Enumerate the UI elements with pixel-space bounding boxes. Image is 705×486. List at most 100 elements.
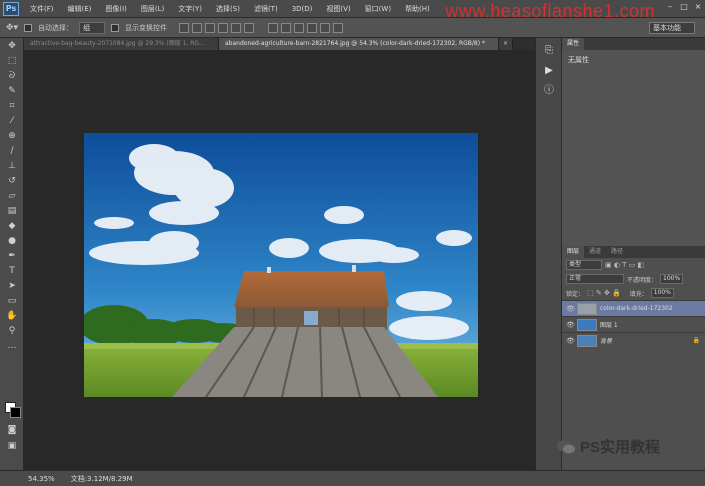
auto-select-label: 自动选择： [38,23,74,32]
layer-row[interactable]: 👁 color-dark-dried-172302 [562,300,705,316]
show-transform-checkbox[interactable] [111,23,120,32]
move-tool-icon[interactable]: ✥▾ [6,23,18,33]
filter-icons[interactable]: ▣ ◐ T ▭ ◧ [605,261,644,269]
menu-select[interactable]: 选择(S) [209,0,247,18]
tab-properties[interactable]: 属性 [562,38,585,50]
fill-label: 填充： [629,290,648,298]
zoom-icon[interactable]: ⚲ [3,324,21,338]
kind-filter-dropdown[interactable]: 类型 [566,260,602,270]
marquee-icon[interactable]: ⬚ [3,54,21,68]
actions-play-icon[interactable]: ▶ [541,64,557,78]
visibility-eye-icon[interactable]: 👁 [566,321,575,329]
menu-view[interactable]: 视图(V) [319,0,357,18]
maximize-icon[interactable]: □ [679,2,689,12]
lock-row: 锁定： ⬚ ✎ ✥ 🔒 填充： 100% [562,286,705,300]
window-controls: – □ × [665,2,703,12]
tab-paths[interactable]: 路径 [606,246,628,258]
distribute-hcenter-icon[interactable] [320,22,331,33]
right-panels: 属性 无属性 图层 通道 路径 类型 ▣ ◐ T ▭ ◧ 正常 不透明度： 10… [561,38,705,470]
align-bottom-icon[interactable] [205,22,216,33]
brand-text: PS实用教程 [580,439,661,456]
fill-input[interactable]: 100% [650,288,674,298]
pen-icon[interactable]: ✒ [3,249,21,263]
brand-watermark: PS实用教程 [556,436,660,457]
lasso-icon[interactable]: ᘐ [3,69,21,83]
menu-image[interactable]: 图像(I) [98,0,134,18]
menu-3d[interactable]: 3D(D) [285,0,320,18]
distribute-right-icon[interactable] [333,22,344,33]
menu-edit[interactable]: 编辑(E) [61,0,99,18]
dodge-icon[interactable]: ● [3,234,21,248]
menu-file[interactable]: 文件(F) [23,0,61,18]
opacity-input[interactable]: 100% [660,274,684,284]
path-select-icon[interactable]: ➤ [3,279,21,293]
history-icon[interactable]: ⎘ [541,44,557,58]
document-image[interactable] [84,133,478,397]
visibility-eye-icon[interactable]: 👁 [566,305,575,313]
more-tools-icon[interactable]: … [3,339,21,353]
stamp-icon[interactable]: ⊥ [3,159,21,173]
layer-row[interactable]: 👁 背景 🔒 [562,332,705,348]
distribute-bottom-icon[interactable] [294,22,305,33]
quick-mask-icon[interactable]: ◙ [3,423,21,437]
photoshop-logo: Ps [3,1,19,16]
quick-select-icon[interactable]: ✎ [3,84,21,98]
workspace-dropdown[interactable]: 基本功能 [649,22,695,34]
history-brush-icon[interactable]: ↺ [3,174,21,188]
crop-icon[interactable]: ⌗ [3,99,21,113]
gradient-icon[interactable]: ▤ [3,204,21,218]
healing-icon[interactable]: ⊕ [3,129,21,143]
close-icon[interactable]: × [693,2,703,12]
menu-type[interactable]: 文字(Y) [171,0,209,18]
menu-layer[interactable]: 图层(L) [134,0,171,18]
opacity-label: 不透明度： [627,276,658,284]
type-icon[interactable]: T [3,264,21,278]
lock-icon: 🔒 [692,337,700,344]
document-size: 文档:3.12M/8.29M [70,474,133,483]
info-icon[interactable]: ⓘ [541,84,557,98]
align-top-icon[interactable] [179,22,190,33]
options-bar: ✥▾ 自动选择： 组 显示变换控件 [0,18,705,38]
brush-icon[interactable]: ∕ [3,144,21,158]
align-hcenter-icon[interactable] [231,22,242,33]
eraser-icon[interactable]: ▱ [3,189,21,203]
tab-abandoned-barn[interactable]: abandoned-agriculture-barn-2821764.jpg @… [219,38,499,50]
background-color-swatch[interactable] [10,407,21,418]
panel-icon-strip: ⎘ ▶ ⓘ [535,38,561,470]
layer-row[interactable]: 👁 图层 1 [562,316,705,332]
zoom-level[interactable]: 54.35% [28,475,55,483]
lock-icons[interactable]: ⬚ ✎ ✥ 🔒 [587,289,621,297]
move-icon[interactable]: ✥ [3,39,21,53]
eyedropper-icon[interactable]: ⁄ [3,114,21,128]
blend-mode-dropdown[interactable]: 正常 [566,274,624,284]
auto-select-dropdown[interactable]: 组 [79,21,106,34]
blur-icon[interactable]: ◆ [3,219,21,233]
align-vcenter-icon[interactable] [192,22,203,33]
tools-panel: ✥ ⬚ ᘐ ✎ ⌗ ⁄ ⊕ ∕ ⊥ ↺ ▱ ▤ ◆ ● ✒ T ➤ ▭ ✋ ⚲ … [0,38,24,470]
menu-filter[interactable]: 滤镜(T) [247,0,285,18]
layer-name: 背景 [600,338,613,345]
hand-icon[interactable]: ✋ [3,309,21,323]
auto-select-checkbox[interactable] [24,23,33,32]
layer-thumbnail [577,318,597,331]
minimize-icon[interactable]: – [665,2,675,12]
distribute-top-icon[interactable] [268,22,279,33]
status-bar: 54.35% 文档:3.12M/8.29M [0,470,705,486]
tab-channels[interactable]: 通道 [584,246,606,258]
wechat-icon [557,440,575,453]
no-properties-text: 无属性 [568,56,589,64]
align-right-icon[interactable] [244,22,255,33]
blend-row: 正常 不透明度： 100% [562,272,705,286]
screen-mode-icon[interactable]: ▣ [3,439,21,453]
menu-window[interactable]: 窗口(W) [358,0,398,18]
visibility-eye-icon[interactable]: 👁 [566,337,575,345]
menu-help[interactable]: 帮助(H) [398,0,437,18]
properties-panel: 无属性 [562,50,705,246]
distribute-left-icon[interactable] [307,22,318,33]
close-tab-icon[interactable]: × [499,38,513,50]
tab-attractive-bag[interactable]: attractive-bag-beauty-2071084.jpg @ 29.3… [24,38,219,50]
distribute-vcenter-icon[interactable] [281,22,292,33]
align-left-icon[interactable] [218,22,229,33]
tab-layers[interactable]: 图层 [562,246,585,258]
shape-icon[interactable]: ▭ [3,294,21,308]
